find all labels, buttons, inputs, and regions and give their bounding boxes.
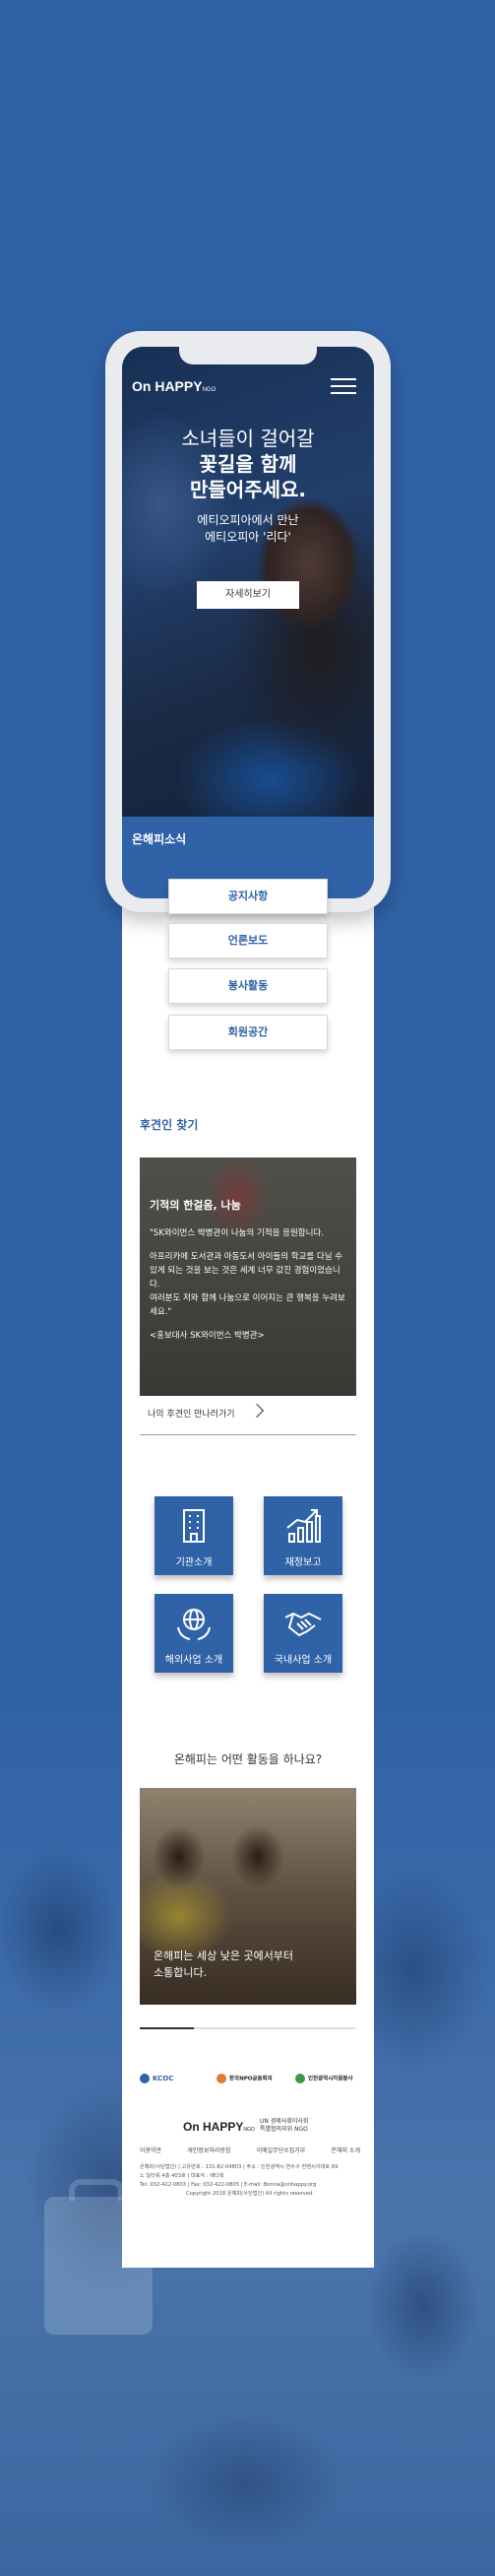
hero-title-line3: 만들어주세요.: [190, 478, 306, 501]
hero-sub-line1: 에티오피아에서 만난: [197, 513, 299, 527]
page-column: [122, 887, 374, 2268]
footer-link-about[interactable]: 온해피 소개: [331, 2146, 360, 2154]
sponsor-divider: [140, 1434, 356, 1435]
npo-logo-icon: [217, 2074, 226, 2083]
sponsor-body-p1: "SK와이번스 박병관이 나눔의 기적을 응원합니다.: [150, 1228, 324, 1238]
footer-logo-main: On HAPPY: [183, 2120, 244, 2134]
hero-title-line2: 꽃길을 함께: [199, 452, 297, 476]
press-button[interactable]: 언론보도: [168, 923, 328, 958]
handshake-icon: [284, 1612, 322, 1637]
tile-about[interactable]: 기관소개: [155, 1496, 233, 1575]
tile-domestic[interactable]: 국내사업 소개: [264, 1594, 342, 1673]
activity-card-line1: 온해피는 세상 낮은 곳에서부터: [154, 1949, 294, 1962]
tile-finance-label: 재정보고: [284, 1557, 322, 1568]
partner-kcoc[interactable]: KCOC: [140, 2074, 173, 2083]
hero-sub-line2: 에티오피아 '리다': [205, 530, 291, 544]
footer-org-line2: 특별협의지위 NGO: [260, 2126, 308, 2133]
footer-info-line2: 노 일타워 4층 403호 | 대표자 : 배다희: [140, 2173, 224, 2179]
member-space-button[interactable]: 회원공간: [168, 1015, 328, 1050]
logo-sub: NGO: [202, 387, 217, 393]
kcoc-logo-icon: [140, 2074, 150, 2083]
footer-link-terms[interactable]: 이용약관: [140, 2146, 161, 2154]
hero-more-button[interactable]: 자세히보기: [197, 581, 299, 609]
hero-title-line1: 소녀들이 걸어갈: [181, 427, 315, 450]
growth-chart-icon: [286, 1509, 321, 1543]
footer-logo-sub: NGO: [243, 2127, 255, 2133]
phone-notch: [179, 347, 317, 364]
footer-info-line1: 온해피(사단법인) | 고유번호 : 131-82-04803 | 주소 : 인…: [140, 2164, 339, 2170]
hero-subtitle: 에티오피아에서 만난 에티오피아 '리다': [122, 512, 374, 546]
partner-kcoc-label: KCOC: [153, 2075, 174, 2082]
activity-card-text: 온해피는 세상 낮은 곳에서부터 소통합니다.: [154, 1948, 340, 1981]
footer-link-privacy[interactable]: 개인정보처리방침: [187, 2146, 230, 2154]
partner-incheon-label: 인천광역시자원봉사: [308, 2076, 353, 2082]
carousel-progress-fill: [140, 2027, 194, 2029]
building-icon: [183, 1509, 205, 1543]
sponsor-body-p3: 여러분도 저와 함께 나눔으로 이어지는 큰 행복을 누려보세요.": [150, 1293, 345, 1317]
sponsor-card-heading: 기적의 한걸음, 나눔: [150, 1199, 241, 1212]
footer-org: UN 경제사회이사회 특별협의지위 NGO: [260, 2118, 308, 2134]
sponsor-section-title: 후견인 찾기: [140, 1118, 199, 1132]
tile-overseas[interactable]: 해외사업 소개: [155, 1594, 233, 1673]
sponsor-body-p2: 아프리카에 도서관과 아동도서 아이들의 학교를 다닐 수 있게 되는 것을 보…: [150, 1252, 343, 1289]
partner-npo-label: 한국NPO공동회의: [229, 2076, 273, 2082]
activity-question: 온해피는 어떤 활동을 하나요?: [173, 1752, 323, 1766]
activity-card-line2: 소통합니다.: [154, 1966, 208, 1979]
partner-incheon[interactable]: 인천광역시자원봉사: [295, 2074, 353, 2083]
tile-finance[interactable]: 재정보고: [264, 1496, 342, 1575]
sponsor-card-body: "SK와이번스 박병관이 나눔의 기적을 응원합니다. 아프리카에 도서관과 아…: [150, 1226, 346, 1343]
hero-banner: On HAPPYNGO 소녀들이 걸어갈 꽃길을 함께 만들어주세요. 에티오피…: [122, 347, 374, 817]
hero-title: 소녀들이 걸어갈 꽃길을 함께 만들어주세요.: [122, 426, 374, 502]
footer-info-line3: Tel: 032-422-0803 | Fax: 032-422-0805 | …: [140, 2182, 317, 2188]
partner-npo[interactable]: 한국NPO공동회의: [217, 2074, 273, 2083]
carousel-progress[interactable]: [140, 2027, 356, 2029]
footer-links: 이용약관 개인정보처리방침 이메일무단수집거부 온해피 소개: [140, 2146, 360, 2154]
volunteer-button[interactable]: 봉사활동: [168, 968, 328, 1004]
sponsor-link[interactable]: 나의 후견인 만나러가기: [148, 1407, 235, 1420]
footer-copyright: Copyright 2018 온해피(사단법인) All rights rese…: [185, 2191, 314, 2197]
sponsor-card[interactable]: 기적의 한걸음, 나눔 "SK와이번스 박병관이 나눔의 기적을 응원합니다. …: [140, 1157, 356, 1396]
news-section-title: 온해피소식: [132, 832, 187, 846]
notice-button[interactable]: 공지사항: [168, 879, 328, 914]
footer-link-email[interactable]: 이메일무단수집거부: [257, 2146, 306, 2154]
incheon-logo-icon: [295, 2074, 305, 2083]
hamburger-menu-icon[interactable]: [331, 378, 356, 396]
tile-overseas-label: 해외사업 소개: [164, 1655, 223, 1666]
footer-info: 온해피(사단법인) | 고유번호 : 131-82-04803 | 주소 : 인…: [140, 2163, 360, 2199]
phone-screen: On HAPPYNGO 소녀들이 걸어갈 꽃길을 함께 만들어주세요. 에티오피…: [122, 347, 374, 898]
tile-about-label: 기관소개: [175, 1557, 213, 1568]
logo-main: On HAPPY: [132, 378, 203, 394]
tile-domestic-label: 국내사업 소개: [274, 1655, 333, 1666]
sponsor-card-text: 기적의 한걸음, 나눔 "SK와이번스 박병관이 나눔의 기적을 응원합니다. …: [150, 1197, 346, 1353]
sponsor-body-p4: <홍보대사 SK와이번스 박병관>: [150, 1331, 265, 1341]
brand-logo[interactable]: On HAPPYNGO: [132, 378, 216, 394]
activity-card[interactable]: 온해피는 세상 낮은 곳에서부터 소통합니다.: [140, 1788, 356, 2005]
globe-hands-icon: [177, 1609, 211, 1640]
footer-org-line1: UN 경제사회이사회: [260, 2118, 309, 2125]
footer-logo[interactable]: On HAPPYNGO: [183, 2120, 255, 2134]
